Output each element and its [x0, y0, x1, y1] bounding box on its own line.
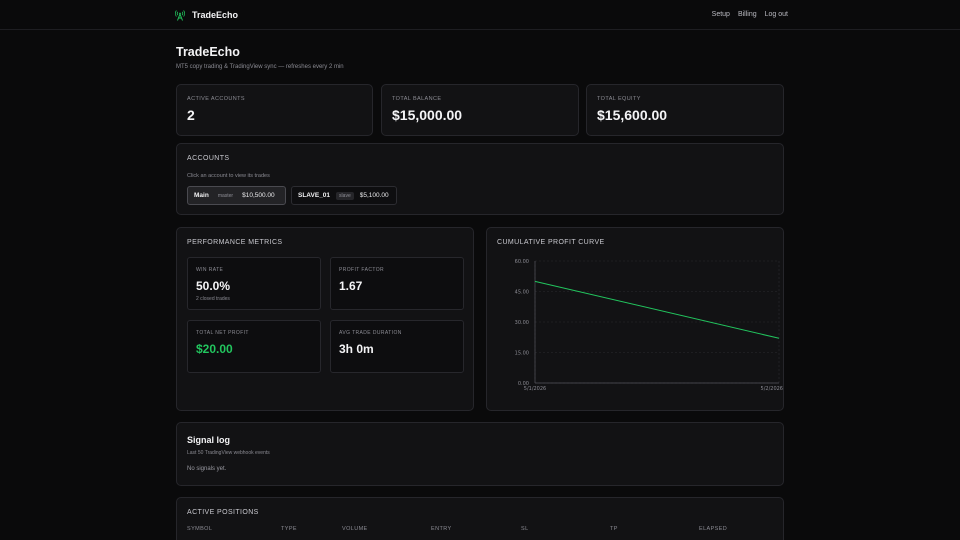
brand[interactable]: TradeEcho — [174, 9, 238, 21]
performance-card: Performance metrics Win rate 50.0% 2 clo… — [176, 227, 474, 411]
nav-logout-link[interactable]: Log out — [765, 11, 788, 18]
profit-curve-card: Cumulative profit curve 60.00 45.00 30.00 1… — [486, 227, 784, 411]
stat-label: Total equity — [597, 96, 641, 102]
signal-log-title: Signal log — [187, 435, 231, 445]
top-nav: Setup Billing Log out — [712, 11, 788, 18]
metric-label: Total net profit — [196, 330, 249, 336]
signal-log-card: Signal log Last 50 TradingView webhook e… — [176, 422, 784, 486]
metric-value: 50.0% — [196, 279, 231, 293]
active-positions-title: Active positions — [187, 509, 259, 516]
accounts-title: Accounts — [187, 155, 230, 162]
account-name: Main — [194, 192, 209, 199]
account-name: SLAVE_01 — [298, 192, 331, 199]
stat-card-active-accounts: Active accounts 2 — [176, 84, 373, 136]
nav-billing-link[interactable]: Billing — [738, 11, 757, 18]
account-role-badge: master — [217, 192, 234, 199]
signal-log-hint: Last 50 TradingView webhook events — [187, 450, 270, 456]
accounts-hint: Click an account to view its trades — [187, 173, 270, 179]
accounts-card: Accounts Click an account to view its tr… — [176, 143, 784, 215]
performance-title: Performance metrics — [187, 239, 283, 246]
metric-value: 1.67 — [339, 279, 363, 293]
column-header-elapsed: Elapsed — [699, 526, 728, 532]
stat-label: Active accounts — [187, 96, 245, 102]
y-tick-label: 60.00 — [515, 259, 529, 265]
stat-value: $15,600.00 — [597, 107, 668, 123]
x-tick-label: 5/2/2026 — [761, 386, 783, 392]
metric-label: Avg trade duration — [339, 330, 402, 336]
metric-value: 3h 0m — [339, 342, 374, 356]
page-subtitle: MT5 copy trading & TradingView sync — re… — [176, 64, 344, 70]
account-role-badge: slave — [336, 191, 354, 200]
active-positions-card: Active positions Symbol Type Volume Entr… — [176, 497, 784, 540]
signal-tower-icon — [174, 9, 186, 21]
profit-curve-chart: 60.00 45.00 30.00 15.00 0.00 5/1/2026 5/2/2026 — [497, 254, 784, 396]
metric-profit-factor: Profit factor 1.67 — [330, 257, 464, 310]
stat-card-total-equity: Total equity $15,600.00 — [586, 84, 784, 136]
top-bar: TradeEcho Setup Billing Log out — [0, 0, 960, 30]
page-title: TradeEcho — [176, 45, 240, 59]
y-tick-label: 45.00 — [515, 289, 529, 295]
column-header-sl: SL — [521, 526, 529, 532]
column-header-entry: Entry — [431, 526, 452, 532]
account-chip-slave-01[interactable]: SLAVE_01 slave $5,100.00 — [291, 186, 397, 205]
stat-card-total-balance: Total balance $15,000.00 — [381, 84, 579, 136]
stat-value: $15,000.00 — [392, 107, 463, 123]
brand-name: TradeEcho — [192, 9, 239, 20]
column-header-volume: Volume — [342, 526, 368, 532]
column-header-type: Type — [281, 526, 297, 532]
column-header-symbol: Symbol — [187, 526, 213, 532]
account-balance: $10,500.00 — [242, 192, 275, 199]
account-balance: $5,100.00 — [359, 192, 389, 199]
profit-curve-svg: 60.0045.0030.0015.000.005/1/2026 5/2/2026 — [515, 259, 783, 392]
metric-win-rate: Win rate 50.0% 2 closed trades — [187, 257, 321, 310]
account-chip-main[interactable]: Main master $10,500.00 — [187, 186, 286, 205]
y-tick-label: 15.00 — [515, 350, 529, 356]
metric-value: $20.00 — [196, 342, 233, 356]
y-tick-label: 30.00 — [515, 320, 529, 326]
stat-value: 2 — [187, 107, 195, 123]
nav-setup-link[interactable]: Setup — [712, 11, 730, 18]
metric-subtext: 2 closed trades — [196, 296, 230, 302]
profit-series-line — [534, 280, 780, 339]
metric-label: Profit factor — [339, 267, 385, 273]
metric-total-net-profit: Total net profit $20.00 — [187, 320, 321, 373]
metric-avg-trade-duration: Avg trade duration 3h 0m — [330, 320, 464, 373]
profit-curve-title: Cumulative profit curve — [497, 239, 605, 246]
stat-label: Total balance — [392, 96, 442, 102]
metric-label: Win rate — [196, 267, 224, 273]
column-header-tp: TP — [610, 526, 618, 532]
x-tick-label: 5/1/2026 — [524, 386, 546, 392]
signal-log-empty: No signals yet. — [187, 466, 227, 472]
